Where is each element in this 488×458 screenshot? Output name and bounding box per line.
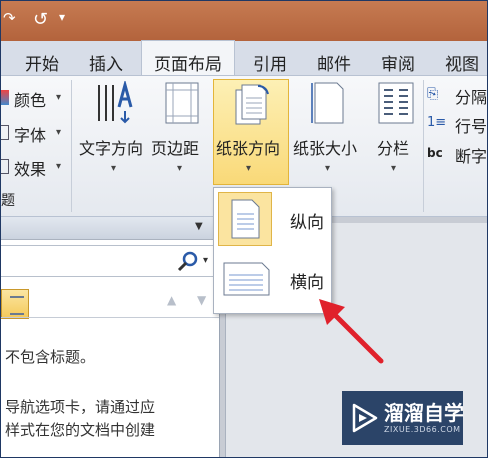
undo-icon[interactable]: ↺ xyxy=(33,9,48,30)
navigation-pane: ▼ ▾ ▲ ▼ 不包含标题。 导航选项卡，请通过应 样式在您的文档中创建 xyxy=(1,217,220,457)
group-divider xyxy=(71,80,72,212)
hyphenation-label: 断字 xyxy=(455,147,488,166)
watermark-logo: 溜溜自学 ZIXUE.3D66.COM xyxy=(342,391,464,445)
breaks-label: 分隔 xyxy=(455,88,488,107)
text-direction-icon xyxy=(98,81,133,124)
text-direction-button[interactable]: 文字方向 ▾ xyxy=(77,79,153,189)
columns-label: 分栏 xyxy=(377,139,410,158)
theme-fonts-icon xyxy=(1,125,9,140)
scroll-up-icon[interactable]: ▲ xyxy=(167,293,176,307)
browse-headings-tab[interactable] xyxy=(1,289,29,319)
tab-home[interactable]: 开始 xyxy=(25,50,59,75)
nav-content: 不包含标题。 导航选项卡，请通过应 样式在您的文档中创建 xyxy=(1,317,219,457)
landscape-page-icon xyxy=(223,262,270,296)
theme-effects-label: 效果 xyxy=(14,160,47,179)
headings-icon xyxy=(10,296,24,315)
search-icon[interactable] xyxy=(177,251,199,273)
tab-view[interactable]: 视图 xyxy=(445,50,479,75)
chevron-down-icon: ▾ xyxy=(177,163,183,174)
watermark-brand: 溜溜自学 xyxy=(384,401,464,425)
line-numbers-button[interactable]: 1≡ 行号 xyxy=(427,113,488,136)
line-numbers-label: 行号 xyxy=(455,117,488,136)
theme-fonts-button[interactable]: 字体 ▾ xyxy=(1,122,69,145)
theme-colors-label: 颜色 xyxy=(14,91,47,110)
margins-label: 页边距 xyxy=(151,139,200,158)
hyphenation-button[interactable]: bc 断字 xyxy=(427,143,488,166)
quick-access-dropdown-icon[interactable]: ▾ xyxy=(59,10,65,24)
tab-mailings[interactable]: 邮件 xyxy=(317,50,351,75)
nav-pane-header: ▼ xyxy=(1,217,219,240)
margins-button[interactable]: 页边距 ▾ xyxy=(151,79,213,189)
tab-references[interactable]: 引用 xyxy=(253,50,287,75)
chevron-down-icon: ▾ xyxy=(56,92,62,103)
nav-search-box[interactable]: ▾ xyxy=(1,245,216,277)
line-numbers-icon: 1≡ xyxy=(427,115,447,130)
chevron-down-icon[interactable]: ▾ xyxy=(203,255,208,266)
chevron-down-icon: ▾ xyxy=(111,163,117,174)
chevron-down-icon: ▾ xyxy=(56,127,62,138)
columns-button[interactable]: 分栏 ▾ xyxy=(371,79,421,189)
nav-text-line: 导航选项卡，请通过应 xyxy=(5,398,156,416)
size-button[interactable]: 纸张大小 ▾ xyxy=(291,79,367,189)
landscape-label: 横向 xyxy=(290,273,324,293)
theme-fonts-label: 字体 xyxy=(14,126,47,145)
tab-insert[interactable]: 插入 xyxy=(89,50,123,75)
portrait-page-icon xyxy=(231,199,260,239)
breaks-button[interactable]: ⎘ 分隔 xyxy=(427,84,488,107)
portrait-icon-frame xyxy=(218,192,272,246)
theme-colors-button[interactable]: 颜色 ▾ xyxy=(1,87,69,110)
chevron-down-icon: ▾ xyxy=(56,161,62,172)
chevron-down-icon: ▾ xyxy=(246,163,252,174)
orientation-button[interactable]: 纸张方向 ▾ xyxy=(213,79,289,185)
play-logo-icon xyxy=(352,403,378,433)
nav-text-line: 不包含标题。 xyxy=(5,348,96,366)
tab-page-layout[interactable]: 页面布局 xyxy=(141,40,235,75)
breaks-icon: ⎘ xyxy=(427,86,439,102)
theme-colors-icon xyxy=(1,90,9,105)
group-label-themes: 题 xyxy=(1,193,15,209)
nav-text-line: 样式在您的文档中创建 xyxy=(5,421,156,439)
title-bar: ↷ ↺ ▾ xyxy=(1,1,487,41)
scroll-down-icon[interactable]: ▼ xyxy=(197,293,206,307)
app-window: ↷ ↺ ▾ 开始 插入 页面布局 引用 邮件 审阅 视图 颜色 ▾ 字体 ▾ 效… xyxy=(0,0,488,458)
portrait-label: 纵向 xyxy=(290,213,324,233)
hyphenation-icon: bc xyxy=(427,146,443,160)
orientation-icon xyxy=(235,84,269,125)
group-divider xyxy=(423,80,424,212)
chevron-down-icon: ▾ xyxy=(325,163,331,174)
theme-effects-icon xyxy=(1,159,9,174)
chevron-down-icon[interactable]: ▼ xyxy=(195,221,203,232)
text-direction-label: 文字方向 xyxy=(79,139,144,158)
ribbon-tabs: 开始 插入 页面布局 引用 邮件 审阅 视图 xyxy=(1,40,487,76)
tab-review[interactable]: 审阅 xyxy=(381,50,415,75)
size-label: 纸张大小 xyxy=(293,139,358,158)
columns-icon xyxy=(378,82,414,124)
theme-effects-button[interactable]: 效果 ▾ xyxy=(1,156,69,179)
margins-icon xyxy=(165,82,199,124)
size-icon xyxy=(311,82,344,124)
redo-icon[interactable]: ↷ xyxy=(3,9,16,27)
watermark-url: ZIXUE.3D66.COM xyxy=(384,425,461,434)
chevron-down-icon: ▾ xyxy=(391,163,397,174)
orientation-label: 纸张方向 xyxy=(216,139,281,158)
menu-item-portrait[interactable]: 纵向 xyxy=(216,190,327,248)
annotation-arrow-icon xyxy=(319,299,384,364)
